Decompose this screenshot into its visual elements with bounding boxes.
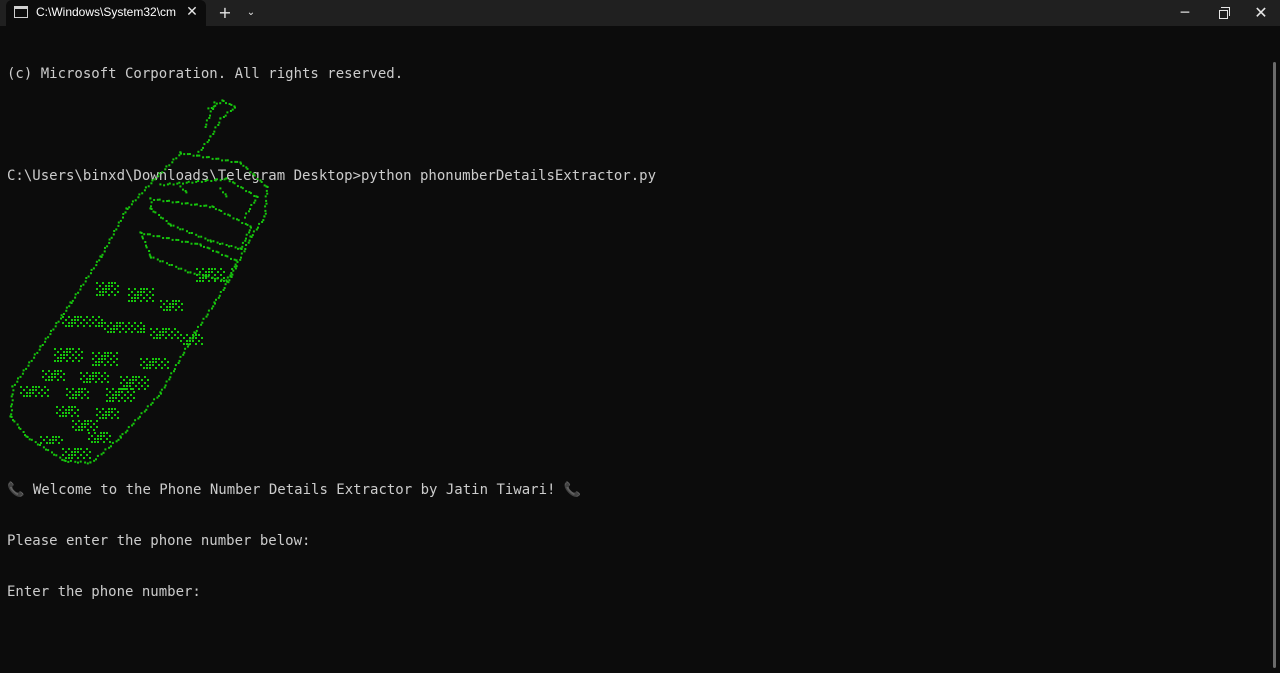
maximize-button[interactable] [1204, 0, 1242, 26]
phone-number-input-prompt[interactable]: Enter the phone number: [7, 584, 310, 601]
phone-emoji-left: 📞 [7, 482, 25, 498]
prompt-block[interactable]: Please enter the phone number below: Ent… [7, 499, 310, 618]
phone-emoji-right: 📞 [563, 482, 582, 498]
maximize-icon [1218, 7, 1230, 19]
terminal-tab[interactable]: C:\Windows\System32\cmd.e ✕ [6, 0, 206, 26]
close-window-button[interactable]: ✕ [1242, 0, 1280, 26]
title-bar: C:\Windows\System32\cmd.e ✕ + ⌄ ─ ✕ [0, 0, 1280, 26]
new-tab-button[interactable]: + [212, 0, 238, 26]
tab-close-icon[interactable]: ✕ [184, 3, 200, 21]
tab-title: C:\Windows\System32\cmd.e [36, 5, 176, 19]
copyright-line: (c) Microsoft Corporation. All rights re… [7, 66, 404, 82]
welcome-text: Welcome to the Phone Number Details Extr… [24, 482, 564, 498]
terminal-icon [14, 6, 28, 18]
minimize-button[interactable]: ─ [1166, 0, 1204, 26]
scrollbar[interactable] [1273, 62, 1276, 668]
prompt-instructions: Please enter the phone number below: [7, 533, 311, 549]
ascii-phone-art [9, 99, 269, 465]
welcome-message: 📞 Welcome to the Phone Number Details Ex… [7, 482, 581, 499]
tab-dropdown-button[interactable]: ⌄ [240, 0, 262, 26]
